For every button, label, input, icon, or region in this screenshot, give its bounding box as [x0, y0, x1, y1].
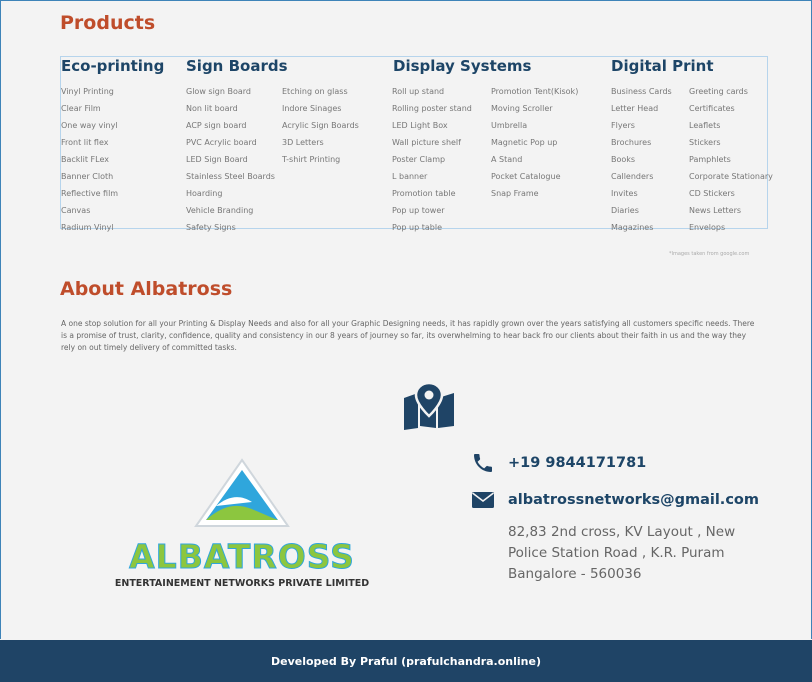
product-item: 3D Letters	[282, 138, 324, 147]
products-heading: Products	[60, 12, 156, 34]
product-item: Hoarding	[186, 189, 223, 198]
eco-printing-list: Vinyl Printing Clear Film One way vinyl Fro…	[61, 83, 118, 236]
product-item: Letter Head	[611, 104, 659, 113]
product-item: PVC Acrylic board	[186, 138, 257, 147]
product-item: CD Stickers	[689, 189, 735, 198]
product-item: LED Sign Board	[186, 155, 248, 164]
product-item: Etching on glass	[282, 87, 348, 96]
product-item: Indore Sinages	[282, 104, 342, 113]
product-item: Front lit flex	[61, 138, 109, 147]
product-item: Business Cards	[611, 87, 672, 96]
product-item: Stainless Steel Boards	[186, 172, 275, 181]
product-item: Promotion Tent(Kisok)	[491, 87, 579, 96]
developer-credit[interactable]: Developed By Praful (prafulchandra.onlin…	[271, 655, 541, 668]
postal-address: 82,83 2nd cross, KV Layout , New Police …	[508, 522, 748, 585]
product-item: Wall picture shelf	[392, 138, 461, 147]
product-item: Moving Scroller	[491, 104, 553, 113]
product-item: Poster Clamp	[392, 155, 446, 164]
display-systems-list-2: Promotion Tent(Kisok) Moving Scroller Umbr…	[491, 83, 578, 202]
category-title-digital-print: Digital Print	[611, 57, 714, 75]
address-line: Bangalore - 560036	[508, 566, 642, 582]
product-item: Promotion table	[392, 189, 456, 198]
product-item: Magnetic Pop up	[491, 138, 558, 147]
product-item: Safety Signs	[186, 223, 236, 232]
product-item: Pocket Catalogue	[491, 172, 561, 181]
product-catalog: Eco-printing Vinyl Printing Clear Film One…	[60, 56, 773, 232]
footer-bar: Developed By Praful (prafulchandra.onlin…	[0, 640, 812, 682]
product-item: One way vinyl	[61, 121, 118, 130]
category-title-sign-boards: Sign Boards	[186, 57, 288, 75]
product-item: Banner Cloth	[61, 172, 114, 181]
phone-number[interactable]: +19 9844171781	[508, 455, 646, 471]
map-marker-icon	[402, 381, 456, 434]
product-item: Reflective film	[61, 189, 119, 198]
phone-row[interactable]: +19 9844171781	[470, 450, 646, 476]
product-item: Diaries	[611, 206, 639, 215]
product-item: Rolling poster stand	[392, 104, 472, 113]
product-item: Invites	[611, 189, 638, 198]
product-item: Pamphlets	[689, 155, 731, 164]
product-item: Pop up table	[392, 223, 443, 232]
product-item: Roll up stand	[392, 87, 445, 96]
product-item: Snap Frame	[491, 189, 539, 198]
product-item: Stickers	[689, 138, 721, 147]
product-item: Callenders	[611, 172, 654, 181]
about-heading: About Albatross	[60, 278, 233, 300]
about-text: A one stop solution for all your Printin…	[61, 319, 755, 352]
product-item: Backlit FLex	[61, 155, 109, 164]
address-line: 82,83 2nd cross, KV Layout , New	[508, 524, 736, 540]
product-item: T-shirt Printing	[282, 155, 341, 164]
product-item: Glow sign Board	[186, 87, 251, 96]
product-item: L banner	[392, 172, 428, 181]
product-item: Books	[611, 155, 636, 164]
product-item: Leaflets	[689, 121, 721, 130]
image-credit-note: *Images taken from google.com	[669, 251, 750, 257]
product-item: LED Light Box	[392, 121, 448, 130]
product-item: Magazines	[611, 223, 654, 232]
sign-boards-list-2: Etching on glass Indore Sinages Acrylic Si…	[282, 83, 359, 168]
product-item: Brochures	[611, 138, 652, 147]
product-item: Non lit board	[186, 104, 238, 113]
product-item: Canvas	[61, 206, 91, 215]
category-title-eco-printing: Eco-printing	[61, 57, 165, 75]
product-item: Envelops	[689, 223, 726, 232]
digital-print-list-2: Greeting cards Certificates Leaflets Sticke…	[689, 83, 773, 236]
email-row[interactable]: albatrossnetworks@gmail.com	[470, 487, 759, 513]
product-item: Greeting cards	[689, 87, 748, 96]
albatross-logo: ALBATROSS ENTERTAINEMENT NETWORKS PRIVAT…	[112, 458, 372, 593]
product-item: Vinyl Printing	[61, 87, 114, 96]
product-item: Corporate Stationary	[689, 172, 773, 181]
phone-icon	[470, 450, 496, 476]
product-item: Umbrella	[491, 121, 528, 130]
product-item: Pop up tower	[392, 206, 445, 215]
display-systems-list: Roll up stand Rolling poster stand LED Lig…	[392, 83, 472, 236]
sign-boards-list: Glow sign Board Non lit board ACP sign boa…	[186, 83, 275, 236]
product-item: Certificates	[689, 104, 735, 113]
svg-text:ALBATROSS: ALBATROSS	[129, 537, 355, 576]
address-line: Police Station Road , K.R. Puram	[508, 545, 725, 561]
product-item: ACP sign board	[186, 121, 247, 130]
product-item: Clear Film	[61, 104, 101, 113]
digital-print-list: Business Cards Letter Head Flyers Brochures…	[611, 83, 672, 236]
envelope-icon	[470, 487, 496, 513]
product-item: Flyers	[611, 121, 635, 130]
svg-text:ENTERTAINEMENT NETWORKS PRIVAT: ENTERTAINEMENT NETWORKS PRIVATE LIMITED	[115, 578, 369, 589]
product-item: A Stand	[491, 155, 523, 164]
product-item: Radium Vinyl	[61, 223, 114, 232]
category-title-display-systems: Display Systems	[393, 57, 532, 75]
product-item: Vehicle Branding	[186, 206, 254, 215]
email-address[interactable]: albatrossnetworks@gmail.com	[508, 492, 759, 508]
product-item: Acrylic Sign Boards	[282, 121, 359, 130]
product-item: News Letters	[689, 206, 742, 215]
